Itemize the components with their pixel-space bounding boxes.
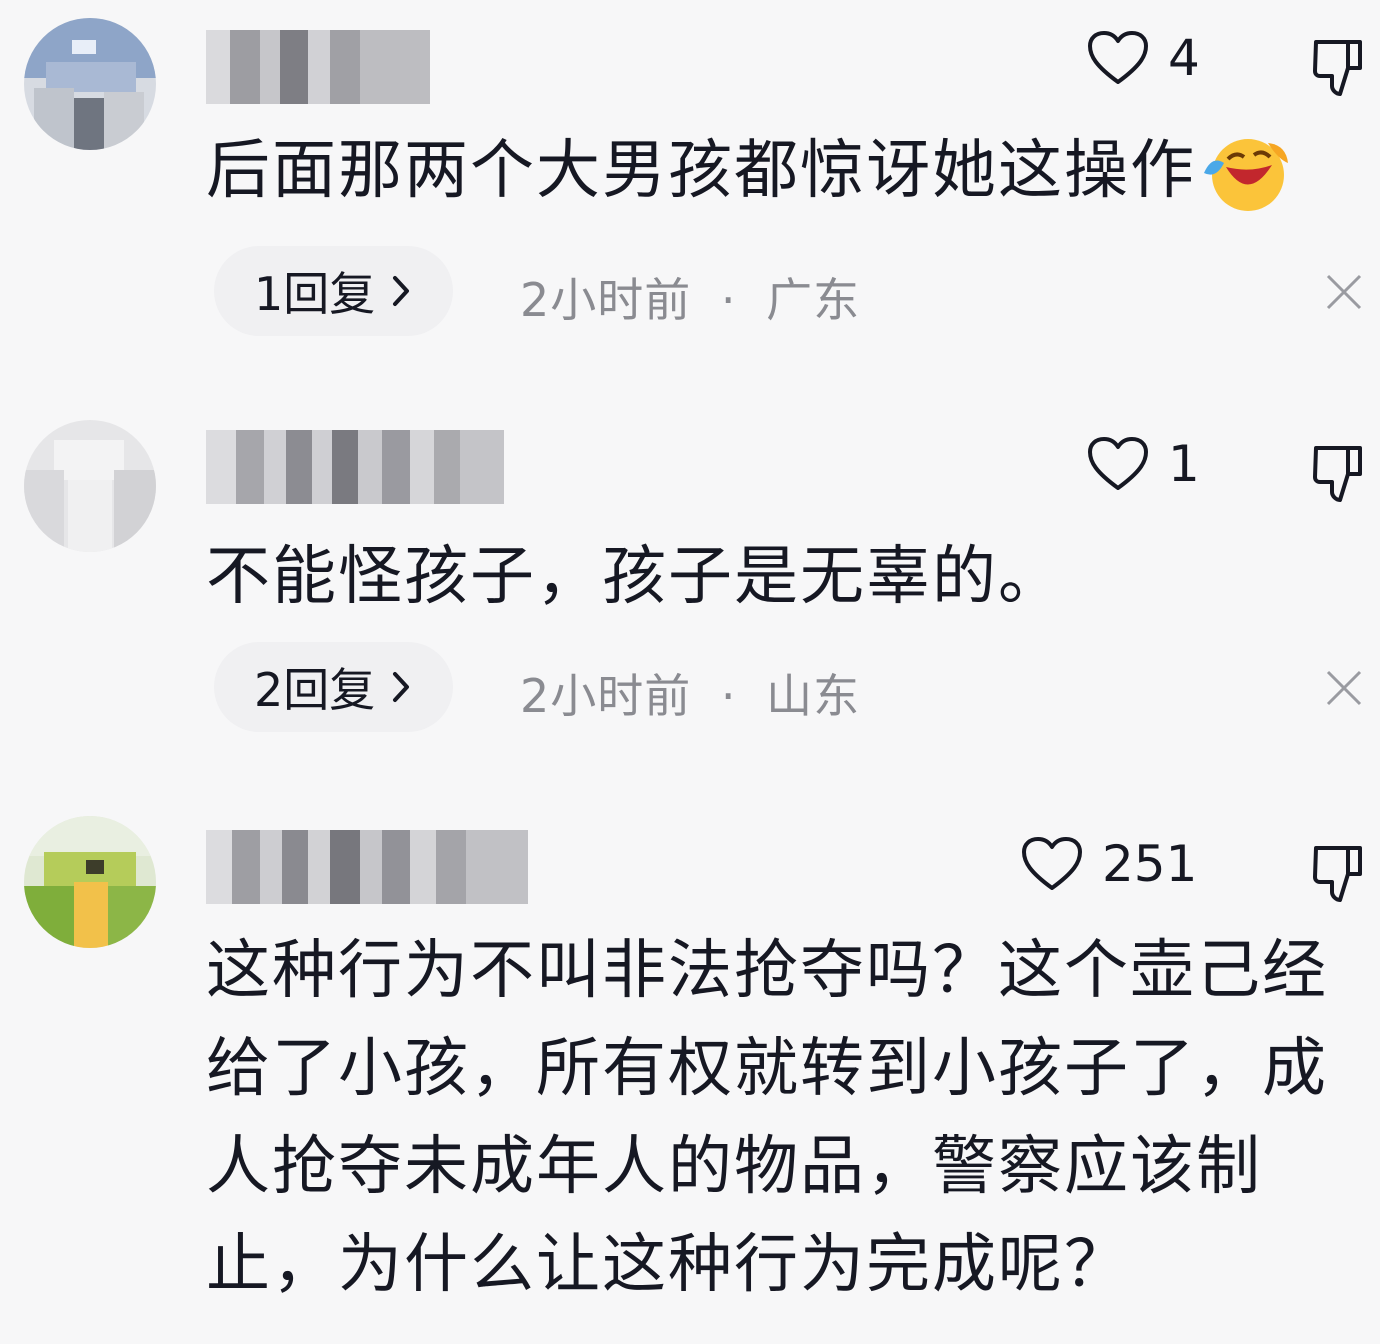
comment-text-line: 这种行为不叫非法抢夺吗？这个壶己经 bbox=[206, 934, 1328, 1008]
like-count: 251 bbox=[1102, 835, 1198, 893]
dislike-icon[interactable] bbox=[1310, 842, 1372, 904]
meta-separator: · bbox=[720, 273, 737, 327]
comment-text: 不能怪孩子，孩子是无辜的。 bbox=[206, 528, 1064, 626]
like-count: 4 bbox=[1168, 29, 1200, 87]
laughing-tears-emoji-icon bbox=[1204, 139, 1288, 212]
comment-text-line: 止，为什么让这种行为完成呢？ bbox=[206, 1228, 1130, 1302]
chevron-right-icon bbox=[393, 276, 410, 306]
heart-icon bbox=[1022, 837, 1082, 890]
location: 广东 bbox=[766, 273, 861, 327]
heart-icon bbox=[1088, 437, 1148, 490]
username-blurred[interactable] bbox=[206, 430, 504, 504]
timestamp: 2小时前 bbox=[520, 669, 692, 723]
timestamp: 2小时前 bbox=[520, 273, 692, 327]
close-icon[interactable] bbox=[1324, 668, 1364, 708]
comment-item: 1 不能怪孩子，孩子是无辜的。 2回复 2小时前 · 山东 bbox=[0, 400, 1380, 800]
dislike-icon[interactable] bbox=[1310, 36, 1372, 98]
comment-text-content: 后面那两个大男孩都惊讶她这操作 bbox=[206, 134, 1196, 208]
chevron-right-icon bbox=[393, 672, 410, 702]
comment-text-line: 给了小孩，所有权就转到小孩子了，成 bbox=[206, 1032, 1328, 1106]
avatar[interactable] bbox=[24, 18, 156, 150]
comment-meta: 2小时前 · 山东 bbox=[520, 660, 860, 726]
like-button[interactable]: 4 bbox=[1086, 30, 1200, 86]
replies-button[interactable]: 2回复 bbox=[214, 642, 454, 732]
comment-meta: 2小时前 · 广东 bbox=[520, 264, 860, 330]
comment-text: 这种行为不叫非法抢夺吗？这个壶己经 给了小孩，所有权就转到小孩子了，成 人抢夺未… bbox=[206, 922, 1328, 1314]
meta-separator: · bbox=[720, 669, 737, 723]
comment-text: 后面那两个大男孩都惊讶她这操作 bbox=[206, 122, 1292, 220]
heart-icon bbox=[1088, 31, 1148, 84]
comment-text-line: 人抢夺未成年人的物品，警察应该制 bbox=[206, 1130, 1262, 1204]
username-blurred[interactable] bbox=[206, 30, 430, 104]
avatar[interactable] bbox=[24, 420, 156, 552]
replies-label: 2回复 bbox=[254, 663, 376, 717]
comment-text-content: 不能怪孩子，孩子是无辜的。 bbox=[206, 540, 1064, 614]
replies-button[interactable]: 1回复 bbox=[214, 246, 454, 336]
comment-item: 251 这种行为不叫非法抢夺吗？这个壶己经 给了小孩，所有权就转到小孩子了，成 … bbox=[0, 800, 1380, 1344]
close-icon[interactable] bbox=[1324, 272, 1364, 312]
dislike-icon[interactable] bbox=[1310, 442, 1372, 504]
replies-label: 1回复 bbox=[254, 267, 376, 321]
like-button[interactable]: 1 bbox=[1086, 436, 1200, 492]
comment-item: 4 后面那两个大男孩都惊讶她这操作 1回复 2小时前 · 广东 bbox=[0, 0, 1380, 400]
like-button[interactable]: 251 bbox=[1020, 836, 1197, 892]
avatar[interactable] bbox=[24, 816, 156, 948]
like-count: 1 bbox=[1168, 435, 1200, 493]
location: 山东 bbox=[766, 669, 861, 723]
username-blurred[interactable] bbox=[206, 830, 528, 904]
